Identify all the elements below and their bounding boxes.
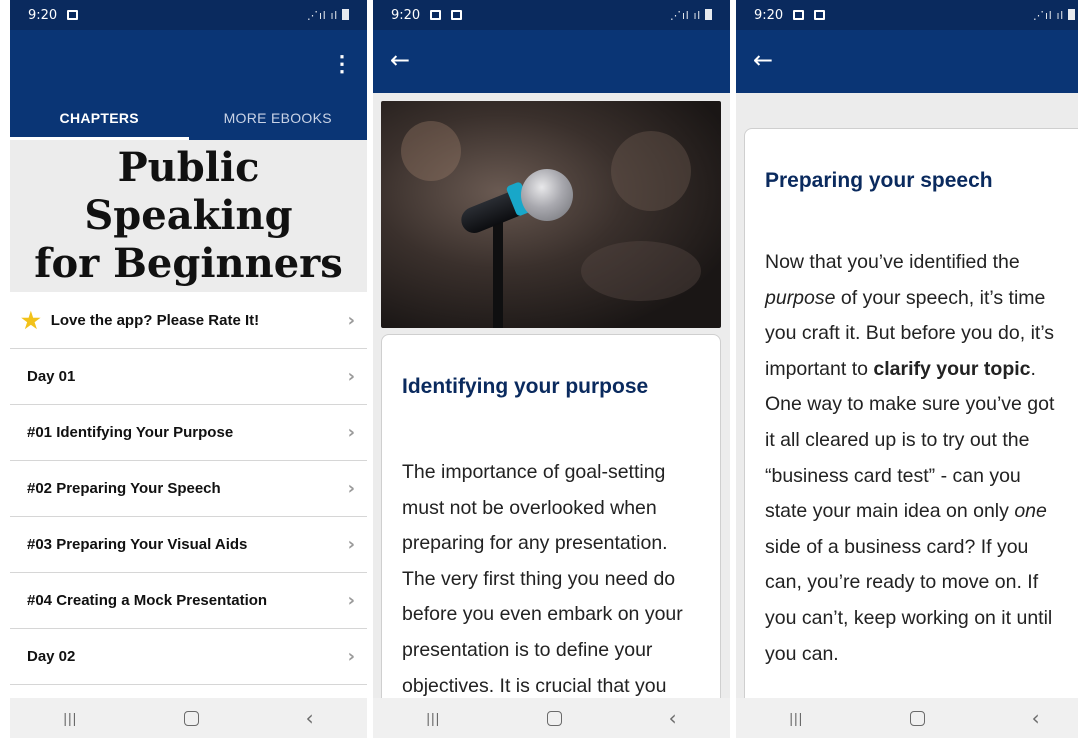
gallery-icon (793, 10, 805, 20)
system-nav-bar: ||| ‹ (373, 698, 730, 738)
star-icon: ★ (21, 307, 41, 333)
tab-bar: CHAPTERS MORE EBOOKS (10, 100, 367, 140)
chevron-right-icon: › (347, 590, 355, 611)
list-item[interactable]: #02 Preparing Your Speech › (10, 461, 367, 517)
status-bar: 9:20 ⋰ıl ıl (373, 0, 730, 30)
battery-icon (342, 8, 349, 20)
list-item-label: #01 Identifying Your Purpose (27, 424, 234, 441)
chapter-card: Identifying your purpose The importance … (381, 334, 721, 734)
list-item-label: Day 02 (27, 648, 76, 665)
chevron-right-icon: › (347, 646, 355, 667)
status-bar: 9:20 ⋰ıl ıl (736, 0, 1078, 30)
notification-icon (67, 10, 79, 20)
tab-chapters[interactable]: CHAPTERS (10, 100, 189, 140)
microphone-photo (381, 101, 721, 328)
battery-icon (705, 8, 712, 20)
notification-icon (451, 10, 463, 20)
signal-icon: ⋰ıl ıl (1033, 8, 1075, 22)
chapter-heading: Preparing your speech (765, 169, 993, 192)
mic-head (521, 169, 573, 221)
more-options-icon[interactable]: ⋮ (331, 53, 353, 75)
system-nav-bar: ||| ‹ (736, 698, 1078, 738)
app-bar: ← (373, 30, 730, 93)
list-item[interactable]: #01 Identifying Your Purpose › (10, 405, 367, 461)
list-item-label: Day 01 (27, 368, 76, 385)
chapter-speech-screen: 9:20 ⋰ıl ıl ← Preparing your speech Now … (736, 0, 1078, 738)
recents-icon[interactable]: ||| (426, 710, 440, 726)
recents-icon[interactable]: ||| (789, 710, 803, 726)
chapters-screen: 9:20 ⋰ıl ıl ⋮ CHAPTERS MORE EBOOKS Publi… (10, 0, 367, 738)
home-icon[interactable] (546, 710, 562, 726)
chapter-purpose-screen: 9:20 ⋰ıl ıl ← Identifying your purpose T… (373, 0, 730, 738)
bokeh-light (581, 241, 701, 301)
status-time: 9:20 (28, 7, 58, 23)
back-arrow-icon[interactable]: ← (390, 48, 410, 72)
back-nav-icon[interactable]: ‹ (306, 706, 314, 730)
chevron-right-icon: › (347, 422, 355, 443)
chapter-card: Preparing your speech Now that you’ve id… (744, 128, 1078, 728)
status-time: 9:20 (391, 7, 421, 23)
signal-icon: ⋰ıl ıl (307, 8, 349, 22)
tab-more-ebooks[interactable]: MORE EBOOKS (189, 100, 368, 140)
book-title-banner: Public Speaking for Beginners (10, 140, 367, 292)
app-bar: ⋮ CHAPTERS MORE EBOOKS (10, 30, 367, 140)
chapter-heading: Identifying your purpose (402, 375, 649, 398)
book-title: Public Speaking for Beginners (34, 144, 343, 287)
chapter-body: The importance of goal-setting must not … (402, 461, 683, 697)
list-item[interactable]: Day 01 › (10, 349, 367, 405)
list-item-label: #02 Preparing Your Speech (27, 480, 221, 497)
notification-icon (814, 10, 826, 20)
list-item-rate-app[interactable]: ★ Love the app? Please Rate It! › (10, 293, 367, 349)
signal-icon: ⋰ıl ıl (670, 8, 712, 22)
bokeh-light (401, 121, 461, 181)
list-item-label: #03 Preparing Your Visual Aids (27, 536, 248, 553)
list-item[interactable]: Day 02 › (10, 629, 367, 685)
chevron-right-icon: › (347, 534, 355, 555)
chevron-right-icon: › (347, 478, 355, 499)
system-nav-bar: ||| ‹ (10, 698, 367, 738)
mic-stand (493, 221, 503, 328)
back-nav-icon[interactable]: ‹ (669, 706, 677, 730)
list-item[interactable]: #04 Creating a Mock Presentation › (10, 573, 367, 629)
chevron-right-icon: › (347, 310, 355, 331)
back-arrow-icon[interactable]: ← (753, 48, 773, 72)
gallery-icon (430, 10, 442, 20)
battery-icon (1068, 8, 1075, 20)
list-item-label: #04 Creating a Mock Presentation (27, 592, 268, 609)
back-nav-icon[interactable]: ‹ (1032, 706, 1040, 730)
status-time: 9:20 (754, 7, 784, 23)
bokeh-light (611, 131, 691, 211)
chevron-right-icon: › (347, 366, 355, 387)
list-item-label: Love the app? Please Rate It! (50, 312, 260, 329)
app-bar: ← (736, 30, 1078, 93)
home-icon[interactable] (909, 710, 925, 726)
home-icon[interactable] (183, 710, 199, 726)
list-item[interactable]: #03 Preparing Your Visual Aids › (10, 517, 367, 573)
recents-icon[interactable]: ||| (63, 710, 77, 726)
status-bar: 9:20 ⋰ıl ıl (10, 0, 367, 30)
chapter-body: Now that you’ve identified the purpose o… (765, 251, 1055, 665)
chapter-list: ★ Love the app? Please Rate It! › Day 01… (10, 293, 367, 685)
